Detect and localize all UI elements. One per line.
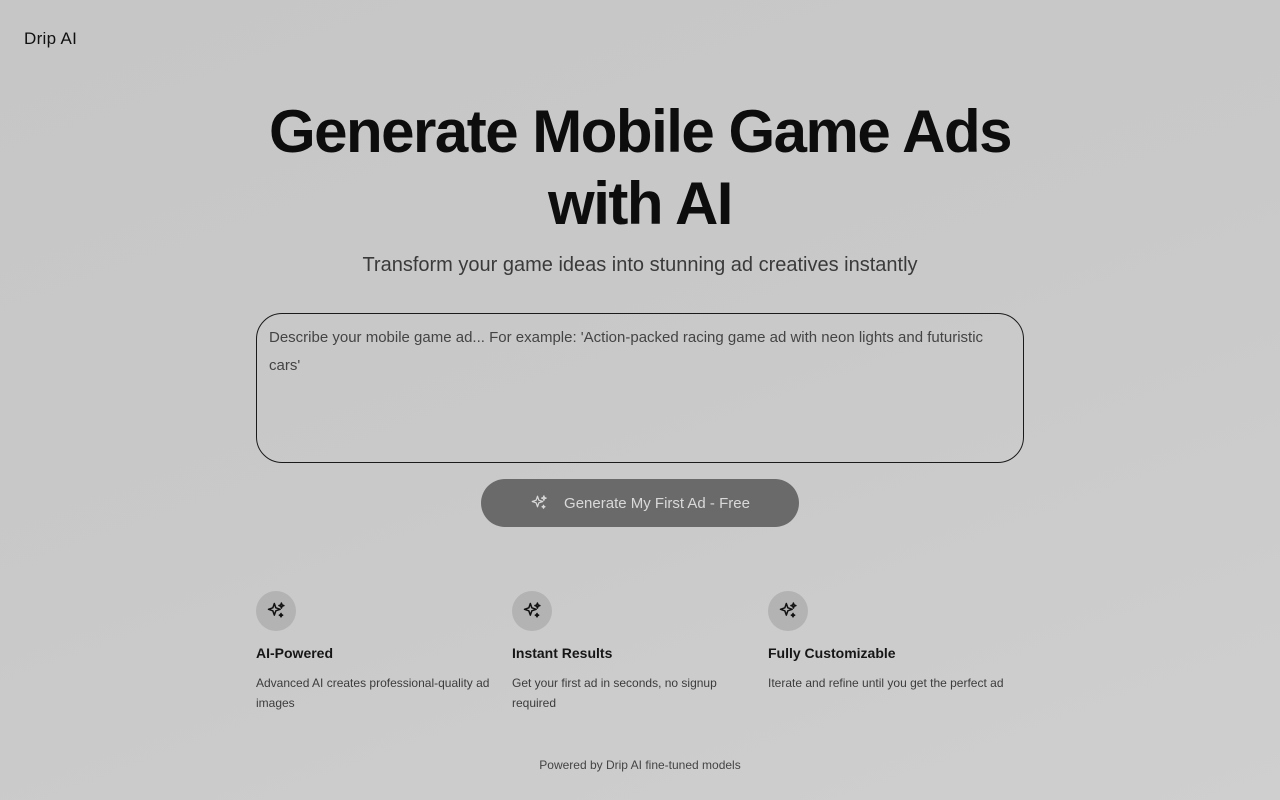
feature-title: AI-Powered xyxy=(256,645,334,661)
feature-item-instant-results: Instant Results Get your first ad in sec… xyxy=(512,591,768,713)
feature-item-ai-powered: AI-Powered Advanced AI creates professio… xyxy=(256,591,512,713)
hero-title-line-1: Generate Mobile Game Ads xyxy=(268,98,1013,165)
feature-description: Get your first ad in seconds, no signup … xyxy=(512,676,717,710)
sparkles-icon xyxy=(530,494,548,512)
sparkles-icon xyxy=(768,591,808,631)
feature-description: Iterate and refine until you get the per… xyxy=(768,676,1004,690)
feature-title: Instant Results xyxy=(512,645,613,661)
sparkles-icon xyxy=(256,591,296,631)
feature-description: Advanced AI creates professional-quality… xyxy=(256,676,490,710)
prompt-box[interactable] xyxy=(256,313,1024,463)
feature-title: Fully Customizable xyxy=(768,645,896,661)
feature-item-fully-customizable: Fully Customizable Iterate and refine un… xyxy=(768,591,1024,713)
features-section: AI-Powered Advanced AI creates professio… xyxy=(256,591,1024,713)
footer-text: Powered by Drip AI fine-tuned models xyxy=(539,758,741,772)
brand-logo-link[interactable]: Drip AI xyxy=(24,29,77,49)
sparkles-icon xyxy=(512,591,552,631)
generate-ad-button[interactable]: Generate My First Ad - Free xyxy=(481,479,799,527)
generate-ad-button-label: Generate My First Ad - Free xyxy=(564,494,750,512)
hero-title-line-2: with AI xyxy=(548,170,733,237)
hero-title: Generate Mobile Game Ads with AI xyxy=(0,96,1280,240)
ad-description-input[interactable] xyxy=(269,324,1011,444)
hero-subtitle: Transform your game ideas into stunning … xyxy=(362,254,918,276)
